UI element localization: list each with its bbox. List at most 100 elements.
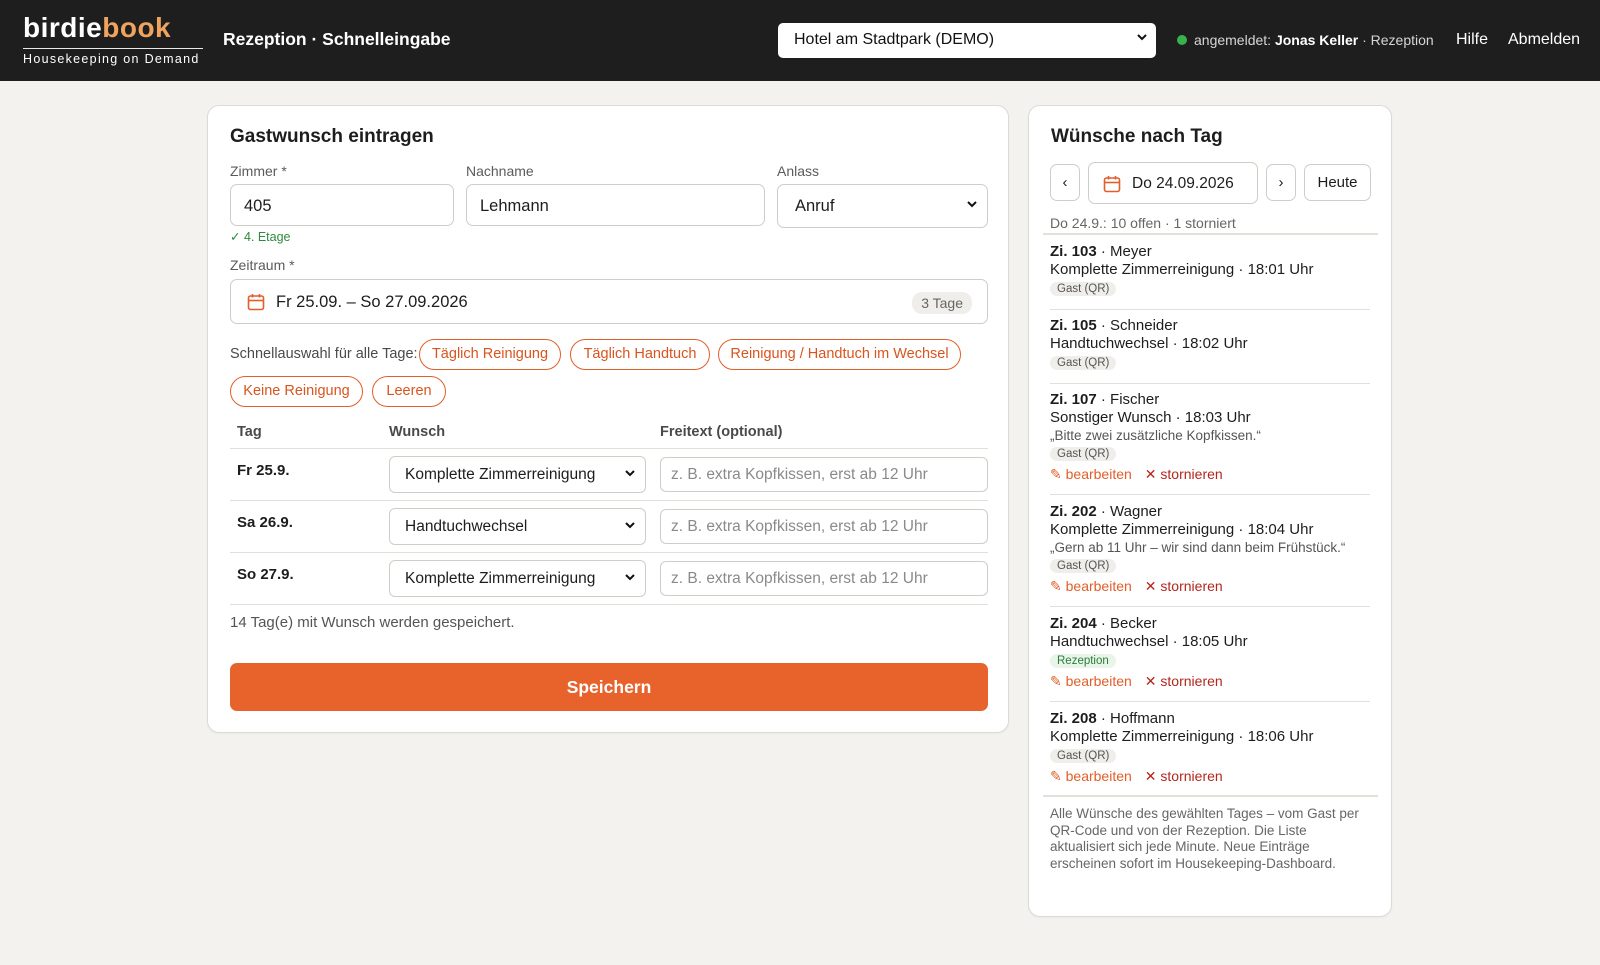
chevron-down-icon (624, 466, 636, 482)
top-bar: birdiebook Housekeeping on Demand Rezept… (0, 0, 1600, 81)
guest-name: · Wagner (1100, 503, 1163, 520)
period-picker[interactable]: Fr 25.09. – So 27.09.2026 3 Tage (230, 279, 988, 324)
period-label: Zeitraum * (230, 257, 295, 273)
request-note: „Gern ab 11 Uhr – wir sind dann beim Frü… (1050, 540, 1346, 555)
calendar-icon (1103, 175, 1121, 193)
freetext-input[interactable]: z. B. extra Kopfkissen, erst ab 12 Uhr (660, 457, 988, 492)
cancel-button[interactable]: ✕ stornieren (1145, 578, 1223, 594)
guest-name: · Hoffmann (1100, 710, 1175, 727)
list-separator (1050, 606, 1370, 607)
logo: birdiebook Housekeeping on Demand (23, 11, 203, 66)
source-badge: Gast (QR) (1050, 282, 1117, 296)
quick-select-label: Schnellauswahl für alle Tage: (230, 346, 418, 362)
list-separator (1050, 309, 1370, 310)
wish-value: Komplette Zimmerreinigung (405, 570, 596, 587)
chevron-down-icon (966, 197, 978, 213)
panel-title: Wünsche nach Tag (1051, 126, 1223, 147)
help-link[interactable]: Hilfe (1456, 31, 1488, 49)
request-item: Zi. 208 · Hoffmann Komplette Zimmerreini… (1050, 710, 1370, 785)
user-name: Jonas Keller (1274, 32, 1359, 48)
source-badge: Gast (QR) (1050, 356, 1117, 370)
today-button[interactable]: Heute (1304, 164, 1371, 201)
date-picker[interactable]: Do 24.09.2026 (1088, 162, 1258, 204)
guest-name: · Meyer (1100, 243, 1152, 260)
list-divider (1043, 795, 1378, 797)
hotel-select-value: Hotel am Stadtpark (DEMO) (794, 31, 995, 48)
request-item: Zi. 103 · Meyer Komplette Zimmerreinigun… (1050, 243, 1370, 297)
cancel-button[interactable]: ✕ stornieren (1145, 466, 1223, 482)
request-service: Handtuchwechsel · 18:05 Uhr (1050, 633, 1248, 650)
list-divider (1043, 233, 1378, 235)
save-button[interactable]: Speichern (230, 663, 988, 711)
chevron-down-icon (624, 570, 636, 586)
online-status-icon (1177, 35, 1187, 45)
list-separator (1050, 383, 1370, 384)
room-label: Zimmer * (230, 163, 287, 179)
chevron-down-icon (624, 518, 636, 534)
save-note: 14 Tag(e) mit Wunsch werden gespeichert. (230, 614, 515, 631)
request-item: Zi. 202 · Wagner Komplette Zimmerreinigu… (1050, 503, 1370, 595)
occasion-label: Anlass (777, 163, 820, 179)
edit-button[interactable]: ✎ bearbeiten (1050, 578, 1132, 594)
request-service: Komplette Zimmerreinigung · 18:06 Uhr (1050, 728, 1314, 745)
wish-select[interactable]: Handtuchwechsel (389, 508, 646, 545)
edit-button[interactable]: ✎ bearbeiten (1050, 768, 1132, 784)
hotel-select[interactable]: Hotel am Stadtpark (DEMO) (778, 23, 1156, 58)
guest-name: · Becker (1100, 615, 1157, 632)
request-service: Handtuchwechsel · 18:02 Uhr (1050, 335, 1248, 352)
wish-value: Handtuchwechsel (405, 518, 528, 535)
chip-daily-cleaning[interactable]: Täglich Reinigung (419, 339, 561, 370)
request-service: Komplette Zimmerreinigung · 18:04 Uhr (1050, 521, 1314, 538)
logo-tagline: Housekeeping on Demand (23, 48, 203, 66)
panel-footer-note: Alle Wünsche des gewählten Tages – vom G… (1050, 806, 1359, 871)
list-separator (1050, 701, 1370, 702)
wish-select[interactable]: Komplette Zimmerreinigung (389, 456, 646, 493)
wish-select[interactable]: Komplette Zimmerreinigung (389, 560, 646, 597)
room-number: Zi. 202 (1050, 503, 1097, 520)
lastname-input[interactable]: Lehmann (466, 184, 765, 226)
room-number: Zi. 105 (1050, 317, 1097, 334)
row-day: Sa 26.9. (237, 514, 293, 531)
logout-link[interactable]: Abmelden (1508, 31, 1580, 49)
room-hint: ✓ 4. Etage (230, 230, 291, 244)
chip-alternating[interactable]: Reinigung / Handtuch im Wechsel (718, 339, 961, 370)
guest-name: · Schneider (1100, 317, 1178, 334)
source-badge: Gast (QR) (1050, 447, 1117, 461)
period-value: Fr 25.09. – So 27.09.2026 (276, 293, 468, 311)
cancel-button[interactable]: ✕ stornieren (1145, 768, 1223, 784)
list-separator (1050, 494, 1370, 495)
days-badge: 3 Tage (912, 292, 972, 314)
room-number: Zi. 208 (1050, 710, 1097, 727)
room-number: Zi. 107 (1050, 391, 1097, 408)
next-day-button[interactable]: › (1266, 164, 1296, 201)
logo-wordmark: birdiebook (23, 11, 203, 45)
room-input[interactable]: 405 (230, 184, 454, 226)
page-title: Rezeption · Schnelleingabe (223, 29, 451, 49)
chip-no-cleaning[interactable]: Keine Reinigung (230, 376, 363, 407)
edit-button[interactable]: ✎ bearbeiten (1050, 466, 1132, 482)
request-service: Komplette Zimmerreinigung · 18:01 Uhr (1050, 261, 1314, 278)
cancel-button[interactable]: ✕ stornieren (1145, 673, 1223, 689)
freetext-input[interactable]: z. B. extra Kopfkissen, erst ab 12 Uhr (660, 561, 988, 596)
day-summary: Do 24.9.: 10 offen · 1 storniert (1050, 215, 1236, 231)
session-info: angemeldet: Jonas Keller · Rezeption (1177, 32, 1434, 48)
session-prefix: angemeldet: (1194, 32, 1272, 48)
request-item: Zi. 105 · Schneider Handtuchwechsel · 18… (1050, 317, 1370, 371)
wish-value: Komplette Zimmerreinigung (405, 466, 596, 483)
chip-daily-towel[interactable]: Täglich Handtuch (570, 339, 710, 370)
edit-button[interactable]: ✎ bearbeiten (1050, 673, 1132, 689)
requests-by-day-panel: Wünsche nach Tag ‹ Do 24.09.2026 › Heute… (1028, 105, 1392, 917)
room-number: Zi. 103 (1050, 243, 1097, 260)
occasion-value: Anruf (795, 197, 835, 215)
occasion-select[interactable]: Anruf (777, 184, 988, 228)
table-divider (230, 500, 988, 501)
request-service: Sonstiger Wunsch · 18:03 Uhr (1050, 409, 1251, 426)
table-divider (230, 448, 988, 449)
chip-clear[interactable]: Leeren (372, 376, 446, 407)
row-day: So 27.9. (237, 566, 294, 583)
request-item: Zi. 107 · Fischer Sonstiger Wunsch · 18:… (1050, 391, 1370, 483)
form-title: Gastwunsch eintragen (230, 126, 434, 147)
prev-day-button[interactable]: ‹ (1050, 164, 1080, 201)
freetext-input[interactable]: z. B. extra Kopfkissen, erst ab 12 Uhr (660, 509, 988, 544)
logo-part-birdie: birdie (23, 12, 103, 43)
